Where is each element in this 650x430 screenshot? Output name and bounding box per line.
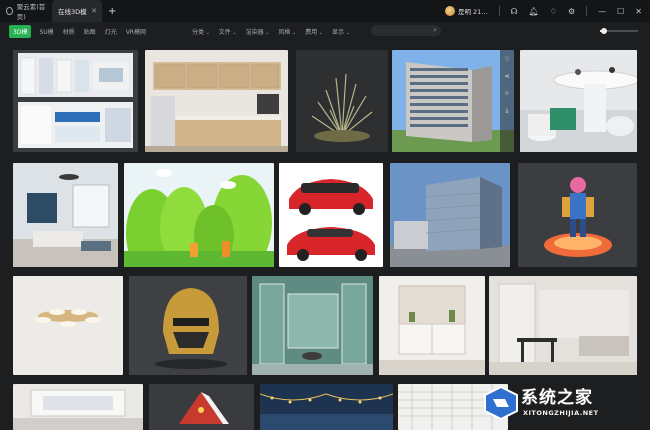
- filter-renderer-dropdown[interactable]: 渲染器: [246, 27, 270, 36]
- category-textures[interactable]: 贴图: [84, 27, 96, 36]
- watermark-title: 系统之家: [521, 388, 593, 408]
- ceiling-lamp-image: [13, 276, 123, 375]
- cartoon-landscape-image: [124, 163, 274, 267]
- dining-room-image: [489, 276, 637, 375]
- shop-counter-image: [520, 50, 637, 152]
- string-lights-image: [260, 384, 393, 430]
- search-input[interactable]: ⌕: [371, 25, 441, 36]
- model-thumbnail[interactable]: [13, 163, 118, 267]
- category-su-models[interactable]: SU模: [39, 27, 53, 36]
- category-materials[interactable]: 材质: [63, 27, 75, 36]
- category-lighting[interactable]: 灯光: [105, 27, 117, 36]
- filter-style-dropdown[interactable]: 风格: [278, 27, 296, 36]
- close-icon[interactable]: ✕: [635, 7, 642, 16]
- avatar: [444, 6, 455, 16]
- model-thumbnail[interactable]: [279, 163, 383, 267]
- tab-online-models[interactable]: 在线3D模 ✕: [52, 0, 102, 22]
- bell-icon[interactable]: 🔔︎: [529, 7, 539, 16]
- filter-cost-dropdown[interactable]: 费用: [305, 27, 323, 36]
- grass-plant-image: [296, 50, 388, 152]
- interior-ceiling-image: [13, 384, 143, 430]
- model-thumbnail[interactable]: [13, 276, 123, 375]
- model-thumbnail[interactable]: [260, 384, 393, 430]
- model-thumbnail[interactable]: [13, 384, 143, 430]
- wardrobe-room-image: [252, 276, 373, 375]
- model-thumbnail[interactable]: [296, 50, 388, 152]
- model-thumbnail[interactable]: [149, 384, 254, 430]
- divider: [498, 6, 500, 16]
- model-thumbnail[interactable]: [13, 50, 138, 152]
- share-icon[interactable]: ⋖: [504, 73, 509, 80]
- model-thumbnail[interactable]: [489, 276, 637, 375]
- skin-icon[interactable]: ♢: [550, 7, 557, 16]
- user-name: 是明 21...: [457, 8, 488, 16]
- favorite-icon[interactable]: ♡: [504, 56, 509, 63]
- watermark-logo-icon: [484, 385, 518, 421]
- headset-icon[interactable]: ☊: [511, 7, 518, 16]
- model-thumbnail[interactable]: [520, 50, 637, 152]
- game-character-image: [518, 163, 637, 267]
- divider: [586, 6, 588, 16]
- title-bar: 聚云素(首页) 在线3D模 ✕ + 是明 21... ☊ 🔔︎ ♢ ⚙ — ☐ …: [0, 0, 650, 22]
- search-icon[interactable]: ⌕: [433, 26, 437, 35]
- app-window: 聚云素(首页) 在线3D模 ✕ + 是明 21... ☊ 🔔︎ ♢ ⚙ — ☐ …: [0, 0, 650, 430]
- model-thumbnail[interactable]: [252, 276, 373, 375]
- model-thumbnail[interactable]: [129, 276, 247, 375]
- apartment-building-image: [392, 50, 514, 152]
- filter-toolbar: 3D模 SU模 材质 贴图 灯光 VR模网 分类 文件 渲染器 风格 费用 显示…: [0, 22, 650, 40]
- sideboard-cabinet-image: [379, 276, 485, 375]
- filter-display-dropdown[interactable]: 显示: [332, 27, 350, 36]
- model-thumbnail[interactable]: [390, 163, 510, 267]
- sports-car-image: [279, 163, 383, 267]
- model-thumbnail[interactable]: [518, 163, 637, 267]
- watermark-url: XITONGZHIJIA.NET: [523, 409, 599, 417]
- filter-file-dropdown[interactable]: 文件: [219, 27, 237, 36]
- download-icon[interactable]: ⤓: [506, 107, 509, 115]
- tab-online-models-label: 在线3D模: [58, 8, 87, 16]
- star-icon[interactable]: ☆: [504, 90, 509, 97]
- maximize-icon[interactable]: ☐: [617, 7, 624, 16]
- model-thumbnail[interactable]: [379, 276, 485, 375]
- settings-icon[interactable]: ⚙: [568, 7, 575, 16]
- tab-home-label: 聚云素(首页): [16, 3, 46, 21]
- user-menu[interactable]: 是明 21...: [444, 6, 488, 16]
- model-thumbnail[interactable]: ♡ ⋖ ☆ ⤓: [392, 50, 514, 152]
- zoom-slider-handle[interactable]: [601, 28, 607, 34]
- kitchen-cabinet-image: [145, 50, 288, 152]
- helmet-image: [129, 276, 247, 375]
- category-3d-models[interactable]: 3D模: [9, 24, 32, 38]
- close-tab-icon[interactable]: ✕: [91, 7, 97, 15]
- filter-category-dropdown[interactable]: 分类: [192, 27, 210, 36]
- model-thumbnail[interactable]: [145, 50, 288, 152]
- zoom-slider[interactable]: [600, 28, 638, 34]
- new-tab-button[interactable]: +: [108, 6, 116, 17]
- gingerbread-house-image: [149, 384, 254, 430]
- office-building-image: [390, 163, 510, 267]
- living-room-image: [13, 163, 118, 267]
- app-logo-icon: [6, 7, 13, 15]
- thumbnail-actions: ♡ ⋖ ☆ ⤓: [500, 50, 514, 152]
- tab-home[interactable]: 聚云素(首页): [0, 0, 52, 22]
- minimize-icon[interactable]: —: [598, 7, 606, 16]
- category-vr-models[interactable]: VR模网: [126, 27, 146, 36]
- exhibition-panels-image: [18, 53, 133, 148]
- model-thumbnail[interactable]: [124, 163, 274, 267]
- watermark: 系统之家 XITONGZHIJIA.NET: [483, 381, 643, 426]
